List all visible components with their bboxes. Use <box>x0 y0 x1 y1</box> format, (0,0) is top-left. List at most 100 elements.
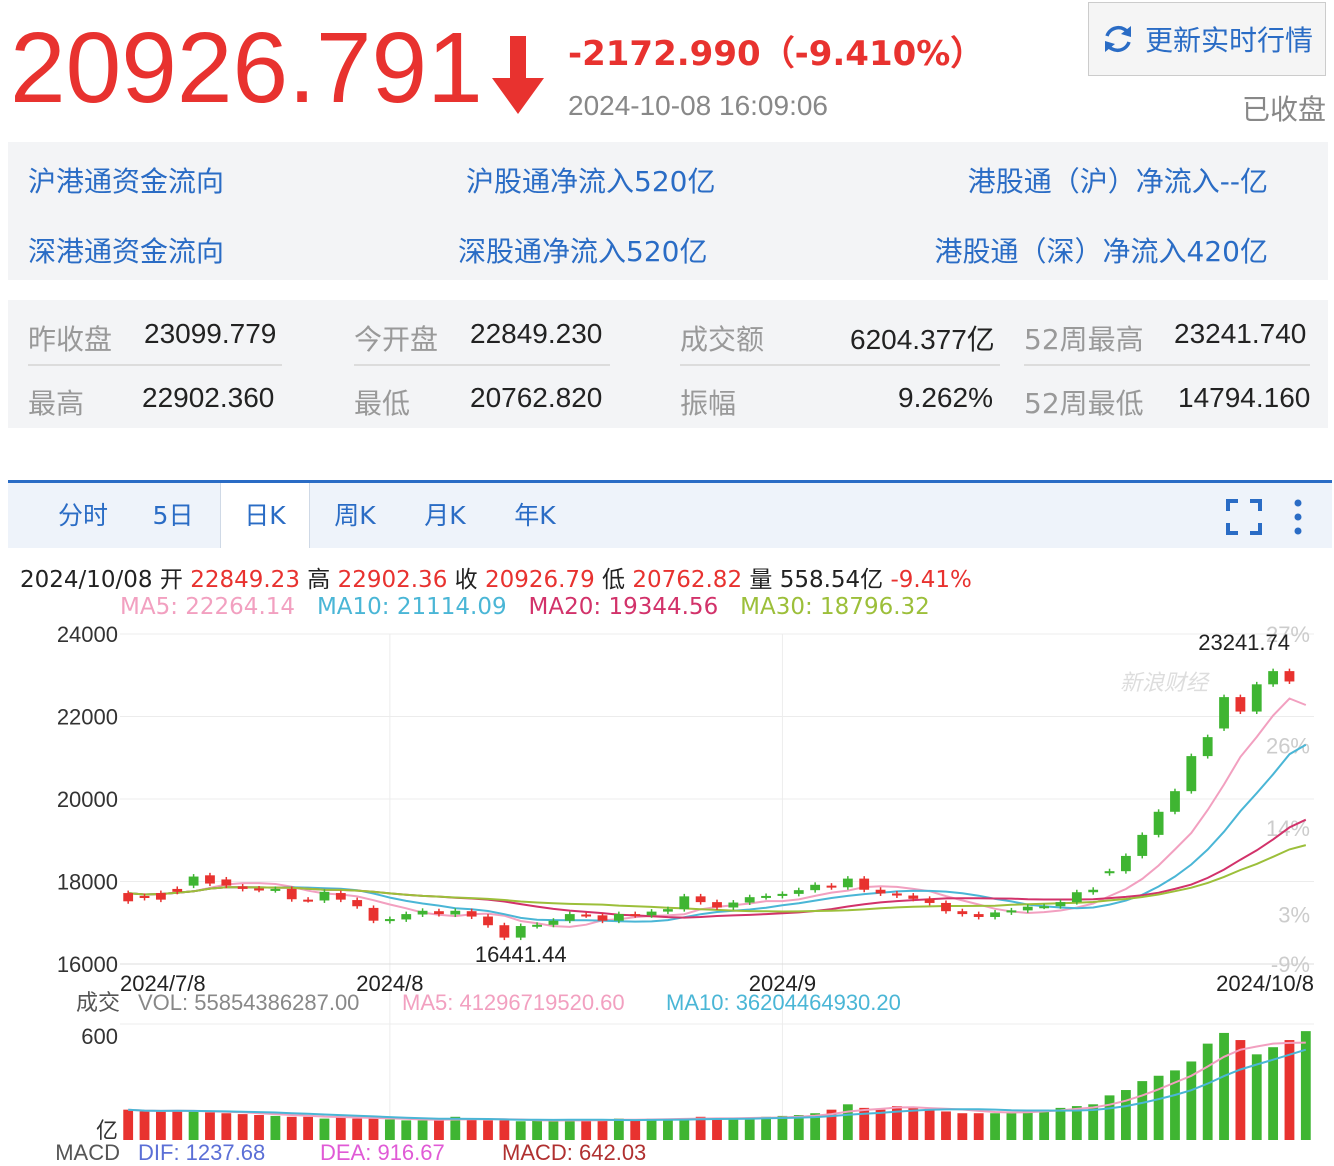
info-high: 22902.36 <box>337 567 448 593</box>
macd-legend-label: MACD <box>55 1140 120 1165</box>
volume-bar <box>237 1114 248 1140</box>
candle-body <box>875 889 886 894</box>
open-value: 22849.230 <box>470 318 603 349</box>
candle-body <box>728 902 739 908</box>
sz-connect-flow-link[interactable]: 深港通资金流向 <box>28 230 224 270</box>
candle-body <box>401 914 412 920</box>
candle-body <box>499 925 510 938</box>
volume-bar <box>384 1119 395 1140</box>
candle-body <box>1251 684 1262 712</box>
tab-monthly-k[interactable]: 月K <box>400 483 490 548</box>
volume-bar <box>597 1120 608 1140</box>
tab-yearly-k[interactable]: 年K <box>490 483 580 548</box>
candle-body <box>1170 791 1180 812</box>
prev-close-value: 23099.779 <box>144 318 277 349</box>
volume-bar <box>973 1113 984 1140</box>
pct-tick-label: 3% <box>1278 903 1310 928</box>
volume-bar <box>990 1113 1000 1140</box>
vol-legend-ma10: MA10: 36204464930.20 <box>666 990 901 1015</box>
candle-body <box>957 911 968 915</box>
volume-bar <box>483 1120 493 1140</box>
kline-chart[interactable]: 240002200020000180001600027%26%14%3%-9%2… <box>0 620 1334 1166</box>
info-pct: -9.41% <box>890 567 972 593</box>
candle-body <box>777 893 788 896</box>
volume-bar <box>466 1118 477 1140</box>
candle-body <box>597 915 608 921</box>
y-tick-label: 20000 <box>57 787 118 812</box>
candle-body <box>335 893 346 900</box>
candle-body <box>515 926 526 938</box>
ma10-line <box>128 743 1307 923</box>
sz-southbound-flow: 港股通（深）净流入420亿 <box>934 235 1268 268</box>
candle-body <box>581 914 592 917</box>
x-tick-label: 2024/10/8 <box>1216 971 1314 996</box>
volume-bar <box>728 1118 739 1140</box>
volume-bar <box>1219 1032 1229 1140</box>
prev-close-label: 昨收盘 <box>28 323 113 356</box>
candle-body <box>744 897 755 903</box>
sina-watermark: 新浪财经 <box>1120 670 1210 695</box>
candle-body <box>1071 892 1082 903</box>
candle-body <box>941 902 951 912</box>
volume-bar <box>581 1120 592 1140</box>
ma10-legend: MA10: 21114.09 <box>316 594 507 620</box>
info-vol-label: 量 <box>749 567 773 593</box>
divider <box>28 364 282 366</box>
volume-bar <box>499 1120 510 1140</box>
sz-northbound-flow: 深股通净流入520亿 <box>458 235 708 268</box>
tab-5day[interactable]: 5日 <box>128 483 218 548</box>
volume-bar <box>941 1111 951 1140</box>
candle-body <box>483 916 493 926</box>
ma5-legend: MA5: 22264.14 <box>120 594 296 620</box>
candle-body <box>892 893 902 896</box>
volume-bar <box>1055 1107 1066 1140</box>
volume-bar <box>303 1116 314 1140</box>
info-open: 22849.23 <box>190 567 300 593</box>
volume-bar <box>1300 1031 1311 1140</box>
candle-body <box>205 875 215 884</box>
candle-body <box>761 895 771 898</box>
tab-intraday[interactable]: 分时 <box>38 483 128 548</box>
volume-bar <box>368 1118 379 1140</box>
candle-body <box>679 896 690 910</box>
macd-legend-dea: DEA: 916.67 <box>320 1140 445 1165</box>
refresh-quote-button[interactable]: 更新实时行情 <box>1088 2 1326 76</box>
candle-body <box>237 886 248 889</box>
sh-southbound-flow: 港股通（沪）净流入--亿 <box>967 165 1268 198</box>
candle-body <box>450 910 461 915</box>
volume-bar <box>1202 1043 1213 1140</box>
sh-connect-flow-link[interactable]: 沪港通资金流向 <box>28 160 224 200</box>
ma-lines <box>128 697 1307 928</box>
candle-body <box>319 891 330 901</box>
low-label: 最低 <box>354 387 411 420</box>
candle-body <box>613 914 624 921</box>
info-high-label: 高 <box>307 567 331 593</box>
volume-bar <box>663 1119 673 1140</box>
info-low-label: 低 <box>602 567 626 593</box>
vol-legend-label: 成交 <box>76 990 120 1015</box>
candle-body <box>1104 871 1115 874</box>
candle-body <box>368 907 379 921</box>
volume-bar <box>172 1110 183 1140</box>
turnover-value: 6204.377亿 <box>850 324 995 355</box>
volume-bar <box>335 1116 346 1140</box>
volume-bar <box>1120 1090 1131 1140</box>
volume-bar <box>401 1120 412 1140</box>
candle-body <box>1268 671 1279 685</box>
candles <box>123 668 1295 941</box>
candle-body <box>1006 910 1017 913</box>
volume-bar <box>613 1118 624 1140</box>
tab-daily-k[interactable]: 日K <box>220 483 310 548</box>
macd-legend-macd: MACD: 642.03 <box>502 1140 646 1165</box>
tab-weekly-k[interactable]: 周K <box>310 483 400 548</box>
more-options-icon[interactable] <box>1290 497 1306 537</box>
fullscreen-icon[interactable] <box>1226 499 1262 535</box>
candle-body <box>1120 855 1131 872</box>
macd-legend-dif: DIF: 1237.68 <box>138 1140 265 1165</box>
volume-bar <box>1039 1109 1050 1140</box>
candle-body <box>352 900 363 907</box>
candle-body <box>254 888 264 891</box>
candle-body <box>155 893 166 900</box>
candle-body <box>172 888 183 892</box>
candle-body <box>532 924 542 927</box>
